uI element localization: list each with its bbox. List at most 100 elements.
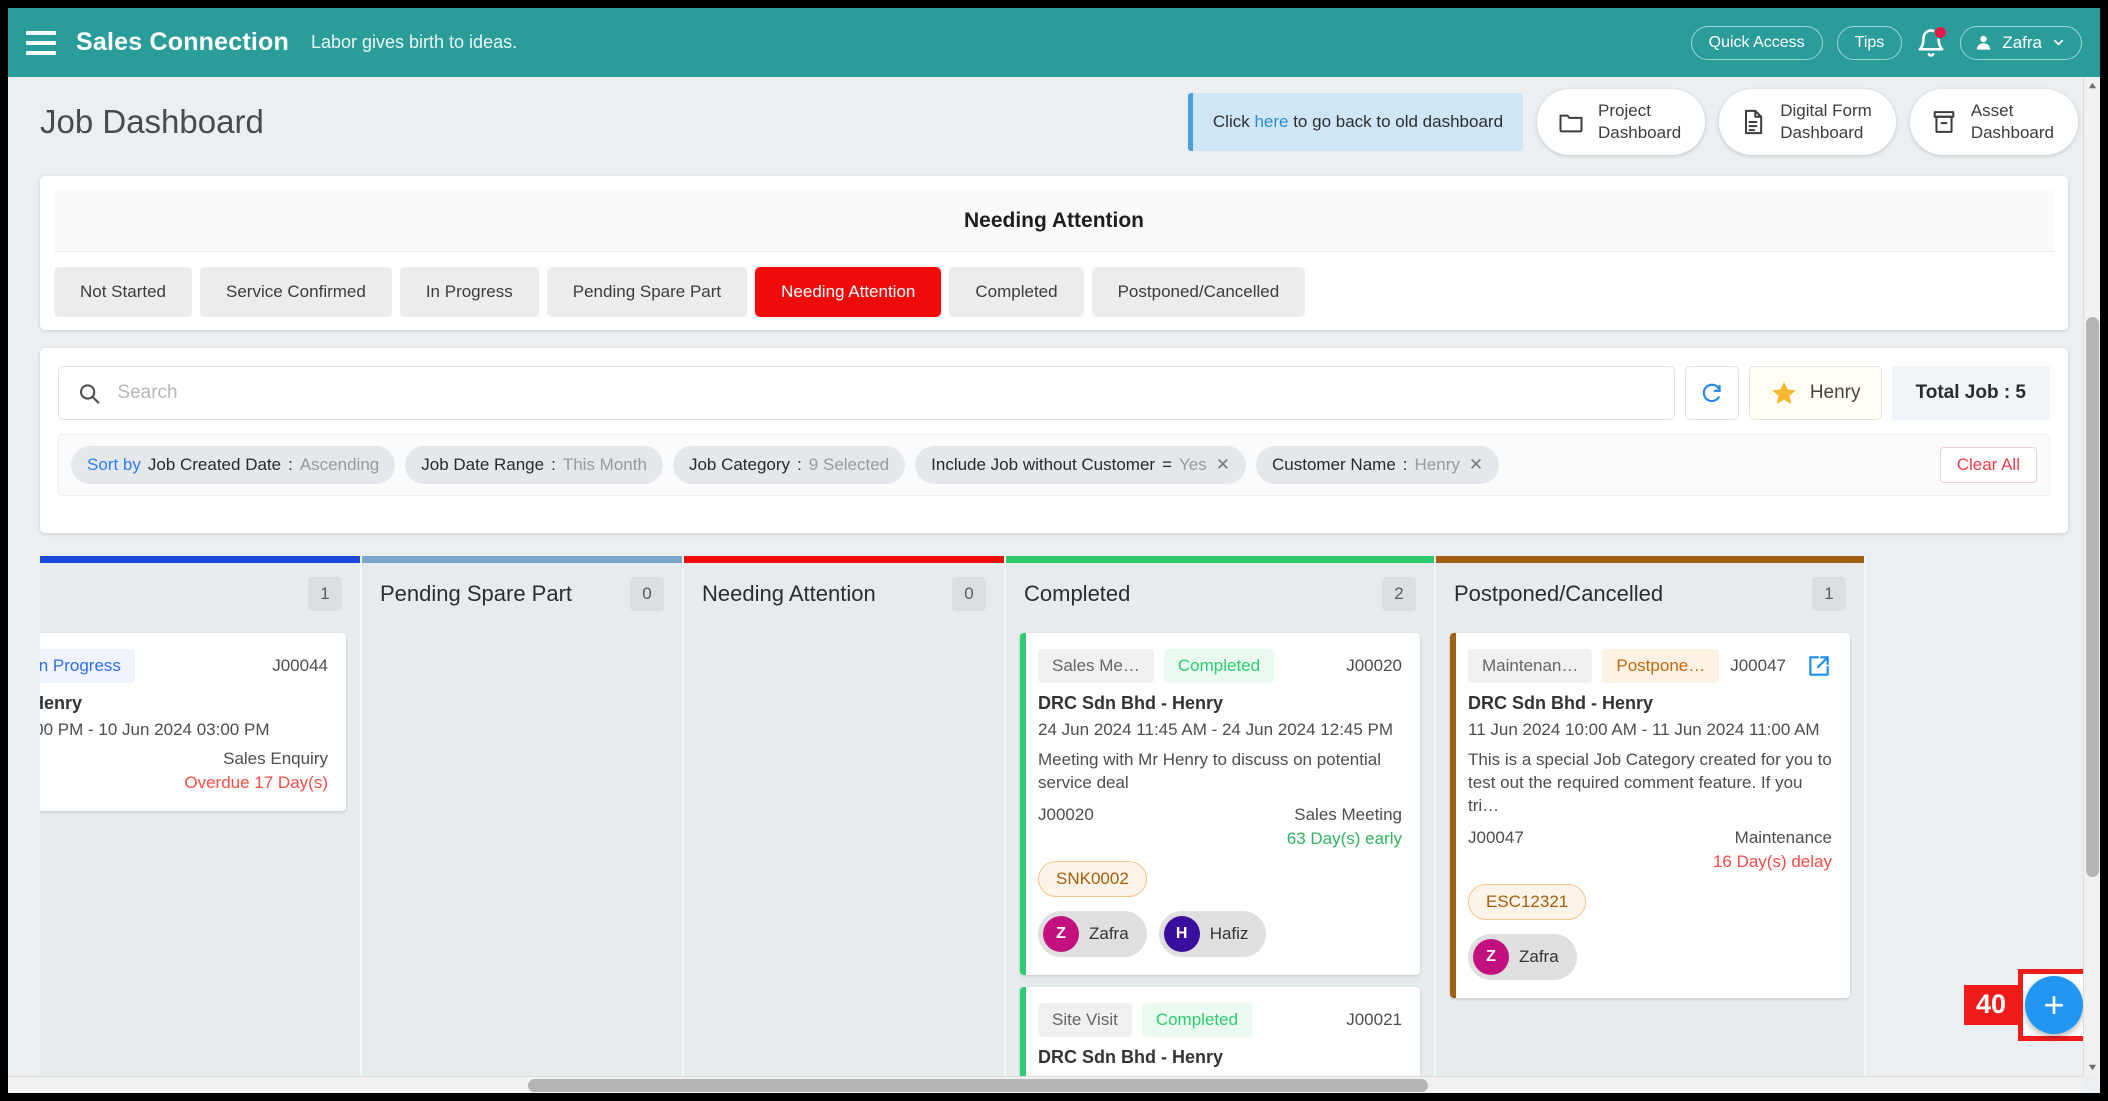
horizontal-scrollbar-thumb[interactable] <box>528 1079 1428 1092</box>
kanban-board: 1 In Progress J00044 - Henry 2:00 PM - 10 Ju… <box>40 556 2068 1086</box>
user-name-label: Zafra <box>2002 32 2042 52</box>
status-tab-completed[interactable]: Completed <box>949 267 1084 317</box>
job-card[interactable]: Sales Me… Completed J00020 DRC Sdn Bhd - He… <box>1020 633 1420 975</box>
chip-separator: = <box>1162 455 1173 474</box>
column-header: Completed 2 <box>1006 563 1434 625</box>
job-date-range: 11 Jun 2024 10:00 AM - 11 Jun 2024 11:00… <box>1468 720 1820 739</box>
favourite-filter-button[interactable]: Henry <box>1748 366 1882 420</box>
star-icon <box>1772 382 1796 404</box>
column-count-badge: 2 <box>1382 577 1416 611</box>
scroll-down-arrow-icon[interactable] <box>2084 1059 2100 1076</box>
job-type: Sales Enquiry <box>223 749 328 768</box>
user-menu-button[interactable]: Zafra <box>1960 25 2082 60</box>
clear-all-button[interactable]: Clear All <box>1939 447 2037 483</box>
assignee-pill[interactable]: H Hafiz <box>1158 910 1267 957</box>
scroll-up-arrow-icon[interactable] <box>2084 77 2100 94</box>
card-header-row: Site Visit Completed J00021 <box>1038 1002 1402 1037</box>
caret-down-icon <box>2088 1064 2097 1071</box>
notifications-bell-icon[interactable] <box>1916 25 1948 59</box>
filter-chip-customer-name[interactable]: Customer Name: Henry ✕ <box>1256 446 1500 484</box>
column-count-badge: 1 <box>1812 577 1846 611</box>
status-tab-in-progress[interactable]: In Progress <box>399 267 539 317</box>
asset-dashboard-label: Asset Dashboard <box>1971 100 2054 144</box>
vertical-scrollbar[interactable] <box>2083 77 2100 1076</box>
chip-key: Job Date Range <box>421 455 545 474</box>
kanban-column-completed: Completed 2 Sales Me… Completed J00020 DRC Sd… <box>1006 556 1436 1086</box>
column-card-list: In Progress J00044 - Henry 2:00 PM - 10 Jun… <box>40 625 360 1086</box>
job-reference-chip[interactable]: ESC12321 <box>1468 883 1587 920</box>
job-card[interactable]: Site Visit Completed J00021 DRC Sdn Bhd - H… <box>1020 986 1420 1086</box>
assignee-name: Zafra <box>1519 946 1559 966</box>
create-job-fab-button[interactable]: + <box>2025 976 2083 1034</box>
avatar: Z <box>1473 938 1509 975</box>
search-box[interactable] <box>58 366 1675 420</box>
asset-dashboard-line1: Asset <box>1970 101 2014 121</box>
old-dashboard-notice: Click here to go back to old dashboard <box>1187 93 1524 151</box>
chip-key: Job Created Date <box>147 455 282 474</box>
annotation-marker: 40 <box>1963 985 2018 1025</box>
job-category-tag: Maintenan… <box>1468 649 1593 683</box>
filter-chip-job-date-range[interactable]: Job Date Range: This Month <box>405 446 663 484</box>
status-tab-list: Not Started Service Confirmed In Progress P… <box>40 252 2068 317</box>
digital-form-dashboard-button[interactable]: Digital Form Dashboard <box>1719 89 1896 155</box>
status-tab-service-confirmed[interactable]: Service Confirmed <box>200 267 392 317</box>
job-id-label: J00047 <box>1730 656 1786 675</box>
status-tab-needing-attention[interactable]: Needing Attention <box>755 267 942 317</box>
column-header: Needing Attention 0 <box>684 563 1004 625</box>
assignee-pill[interactable]: Z Zafra <box>1038 910 1147 957</box>
digital-form-dashboard-label: Digital Form Dashboard <box>1780 100 1872 144</box>
column-card-list <box>362 625 682 1086</box>
chip-remove-icon[interactable]: ✕ <box>1469 455 1483 475</box>
job-meta-row: J00047 Maintenance <box>1468 828 1832 848</box>
refresh-icon <box>1702 383 1721 403</box>
search-input[interactable] <box>115 381 1656 405</box>
asset-dashboard-button[interactable]: Asset Dashboard <box>1909 89 2078 155</box>
assignee-pill[interactable]: Z Zafra <box>1468 933 1577 980</box>
old-dashboard-link[interactable]: here <box>1254 112 1288 131</box>
status-tab-not-started[interactable]: Not Started <box>54 267 192 317</box>
job-reference-chip[interactable]: SNK0002 <box>1038 860 1147 897</box>
quick-access-button[interactable]: Quick Access <box>1690 25 1823 60</box>
project-dashboard-button[interactable]: Project Dashboard <box>1537 89 1706 155</box>
filter-chip-include-job-without-customer[interactable]: Include Job without Customer = Yes ✕ <box>915 446 1247 484</box>
notice-suffix: to go back to old dashboard <box>1288 112 1504 131</box>
app-tagline: Labor gives birth to ideas. <box>310 32 518 52</box>
app-viewport: Sales Connection Labor gives birth to id… <box>8 8 2100 1093</box>
chip-key: Customer Name <box>1272 455 1396 474</box>
horizontal-scrollbar[interactable] <box>8 1076 2083 1093</box>
column-count-badge: 0 <box>630 577 664 611</box>
column-card-list <box>684 625 1004 1086</box>
job-id-label: J00021 <box>1346 1009 1402 1029</box>
customer-name: DRC Sdn Bhd - Henry <box>1038 693 1224 713</box>
card-header-row: Sales Me… Completed J00020 <box>1038 649 1402 683</box>
project-dashboard-line2: Dashboard <box>1598 123 1682 142</box>
column-card-list: Sales Me… Completed J00020 DRC Sdn Bhd - He… <box>1006 625 1434 1086</box>
job-timing-status: 63 Day(s) early <box>1286 828 1402 848</box>
job-status-tag: In Progress <box>40 649 135 683</box>
refresh-button[interactable] <box>1684 366 1739 420</box>
job-meta-row: J00020 Sales Meeting <box>1038 805 1402 825</box>
chip-key: Include Job without Customer <box>931 455 1156 474</box>
chip-separator: : <box>797 455 802 474</box>
status-tab-postponed-cancelled[interactable]: Postponed/Cancelled <box>1091 267 1306 317</box>
project-dashboard-line1: Project <box>1598 101 1651 121</box>
job-card[interactable]: Maintenan… Postpone… J00047 DRC Sdn Bhd - H… <box>1450 633 1850 998</box>
job-type: Sales Meeting <box>1294 804 1402 824</box>
status-tab-pending-spare-part[interactable]: Pending Spare Part <box>546 267 748 317</box>
chip-separator: : <box>1402 455 1408 474</box>
hamburger-menu-icon[interactable] <box>26 30 56 55</box>
filter-chip-job-category[interactable]: Job Category:9 Selected <box>672 446 906 484</box>
open-external-icon[interactable] <box>1806 653 1832 679</box>
filter-chip-job-created-date[interactable]: Sort by Job Created Date: Ascending <box>71 446 396 484</box>
chip-remove-icon[interactable]: ✕ <box>1216 455 1230 475</box>
chip-value: Yes <box>1179 455 1207 474</box>
chip-value: This Month <box>562 455 647 474</box>
column-title: Pending Spare Part <box>380 581 573 606</box>
assignee-list: Z Zafra H Hafiz <box>1038 910 1402 957</box>
avatar: H <box>1163 915 1200 952</box>
vertical-scrollbar-thumb[interactable] <box>2086 317 2099 877</box>
card-header-row: In Progress J00044 <box>40 649 328 683</box>
kanban-column-in-progress: 1 In Progress J00044 - Henry 2:00 PM - 10 Ju… <box>40 556 362 1086</box>
tips-button[interactable]: Tips <box>1836 25 1903 60</box>
job-card[interactable]: In Progress J00044 - Henry 2:00 PM - 10 Jun… <box>40 633 346 811</box>
